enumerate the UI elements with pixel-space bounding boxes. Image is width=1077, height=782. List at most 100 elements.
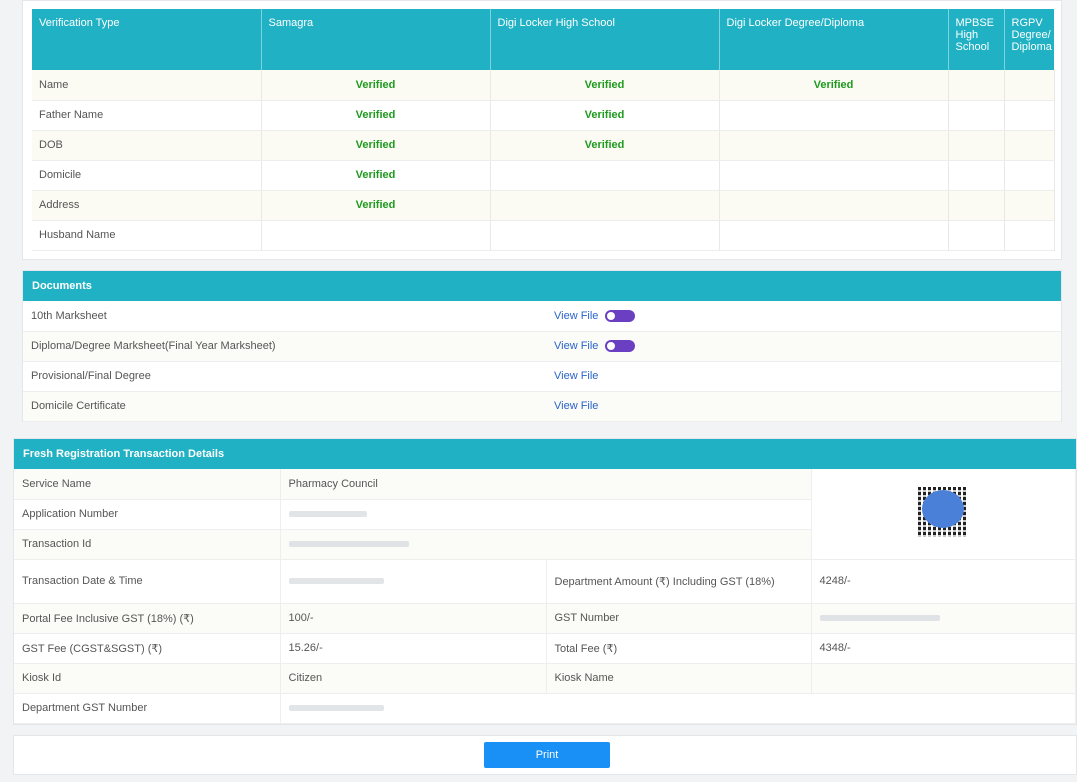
service-name-value: Pharmacy Council: [280, 469, 812, 500]
table-cell: [490, 160, 720, 191]
toggle-icon[interactable]: [604, 309, 635, 322]
document-link-cell: View File: [546, 331, 1061, 362]
table-row: Service Name Pharmacy Council: [14, 469, 1077, 560]
table-cell: [1004, 190, 1055, 221]
application-number-value: [280, 499, 812, 530]
application-number-label: Application Number: [14, 499, 281, 530]
table-cell: [1004, 220, 1055, 251]
redaction-dot: [922, 490, 965, 529]
total-fee-value: 4348/-: [811, 633, 1077, 664]
view-file-link[interactable]: View File: [554, 310, 598, 322]
dept-amount-value: 4248/-: [811, 559, 1077, 604]
table-row: Transaction Date & Time Department Amoun…: [14, 559, 1077, 604]
verified-status: Verified: [490, 70, 720, 101]
portal-fee-label: Portal Fee Inclusive GST (18%) (₹): [14, 603, 281, 634]
verified-status: Verified: [490, 100, 720, 131]
table-cell: [1004, 100, 1055, 131]
document-name: Provisional/Final Degree: [23, 361, 546, 392]
verified-status: Verified: [261, 70, 491, 101]
masked-value: [288, 511, 367, 517]
table-cell: [261, 220, 491, 251]
document-link-cell: View File: [546, 361, 1061, 392]
document-link-cell: View File: [546, 301, 1061, 332]
gst-number-label: GST Number: [546, 603, 812, 634]
gst-fee-label: GST Fee (CGST&SGST) (₹): [14, 633, 281, 664]
documents-title: Documents: [23, 271, 1061, 301]
documents-panel: Documents 10th Marksheet View File Diplo…: [22, 270, 1062, 422]
masked-value: [288, 705, 384, 711]
table-cell: [719, 100, 949, 131]
toggle-icon[interactable]: [604, 340, 635, 353]
datetime-label: Transaction Date & Time: [14, 559, 281, 604]
dept-gst-value: [280, 693, 1076, 724]
table-cell: [719, 160, 949, 191]
verification-table: Verification Type Samagra Digi Locker Hi…: [32, 9, 1055, 251]
table-row: Name Verified Verified Verified: [32, 70, 1055, 101]
table-row: Kiosk Id Citizen Kiosk Name: [14, 663, 1077, 694]
verified-status: Verified: [261, 160, 491, 191]
kiosk-name-value: [811, 663, 1077, 694]
table-cell: [1004, 160, 1055, 191]
dept-gst-label: Department GST Number: [14, 693, 281, 724]
print-button[interactable]: Print: [484, 742, 610, 768]
row-label: Address: [32, 190, 262, 221]
table-cell: [948, 100, 1005, 131]
portal-fee-value: 100/-: [280, 603, 547, 634]
verified-status: Verified: [490, 130, 720, 161]
document-name: 10th Marksheet: [23, 301, 546, 332]
total-fee-label: Total Fee (₹): [546, 633, 812, 664]
masked-value: [288, 578, 384, 584]
header-rgpv-degree: RGPV Degree/ Diploma: [1004, 9, 1054, 70]
table-cell: [719, 220, 949, 251]
header-mpbse-high-school: MPBSE High School: [948, 9, 1005, 70]
table-cell: [948, 130, 1005, 161]
gst-number-value: [811, 603, 1077, 634]
documents-table: 10th Marksheet View File Diploma/Degree …: [23, 301, 1061, 422]
masked-value: [288, 541, 409, 547]
table-cell: [490, 220, 720, 251]
header-digilocker-degree: Digi Locker Degree/Diploma: [719, 9, 949, 70]
verification-header-row: Verification Type Samagra Digi Locker Hi…: [32, 9, 1054, 70]
table-cell: [948, 220, 1005, 251]
document-link-cell: View File: [546, 391, 1061, 422]
print-panel: Print: [13, 735, 1077, 775]
row-label: Husband Name: [32, 220, 262, 251]
datetime-value: [280, 559, 547, 604]
table-cell: [490, 190, 720, 221]
row-label: DOB: [32, 130, 262, 161]
row-label: Domicile: [32, 160, 262, 191]
table-row: Department GST Number: [14, 693, 1076, 724]
header-digilocker-high-school: Digi Locker High School: [490, 9, 720, 70]
kiosk-id-label: Kiosk Id: [14, 663, 281, 694]
view-file-link[interactable]: View File: [554, 400, 598, 412]
transaction-title: Fresh Registration Transaction Details: [14, 439, 1076, 469]
row-label: Name: [32, 70, 262, 101]
header-verification-type: Verification Type: [32, 9, 262, 70]
gst-fee-value: 15.26/-: [280, 633, 547, 664]
table-cell: [948, 160, 1005, 191]
header-samagra: Samagra: [261, 9, 491, 70]
table-cell: [948, 190, 1005, 221]
table-row: Domicile Verified: [32, 160, 1055, 191]
qr-cell: [811, 469, 1077, 560]
document-name: Domicile Certificate: [23, 391, 546, 422]
kiosk-id-value: Citizen: [280, 663, 547, 694]
list-item: 10th Marksheet View File: [23, 301, 1061, 332]
list-item: Diploma/Degree Marksheet(Final Year Mark…: [23, 331, 1061, 362]
verification-panel: Verification Type Samagra Digi Locker Hi…: [22, 0, 1062, 260]
verified-status: Verified: [261, 100, 491, 131]
view-file-link[interactable]: View File: [554, 340, 598, 352]
list-item: Provisional/Final Degree View File: [23, 361, 1061, 392]
view-file-link[interactable]: View File: [554, 370, 598, 382]
document-name: Diploma/Degree Marksheet(Final Year Mark…: [23, 331, 546, 362]
transaction-id-value: [280, 529, 812, 560]
kiosk-name-label: Kiosk Name: [546, 663, 812, 694]
qr-code-icon: [918, 487, 969, 538]
table-row: Address Verified: [32, 190, 1055, 221]
table-cell: [719, 130, 949, 161]
table-row: Husband Name: [32, 220, 1055, 251]
row-label: Father Name: [32, 100, 262, 131]
transaction-table: Service Name Pharmacy Council Applicatio…: [14, 469, 1077, 724]
table-row: Father Name Verified Verified: [32, 100, 1055, 131]
verified-status: Verified: [261, 190, 491, 221]
